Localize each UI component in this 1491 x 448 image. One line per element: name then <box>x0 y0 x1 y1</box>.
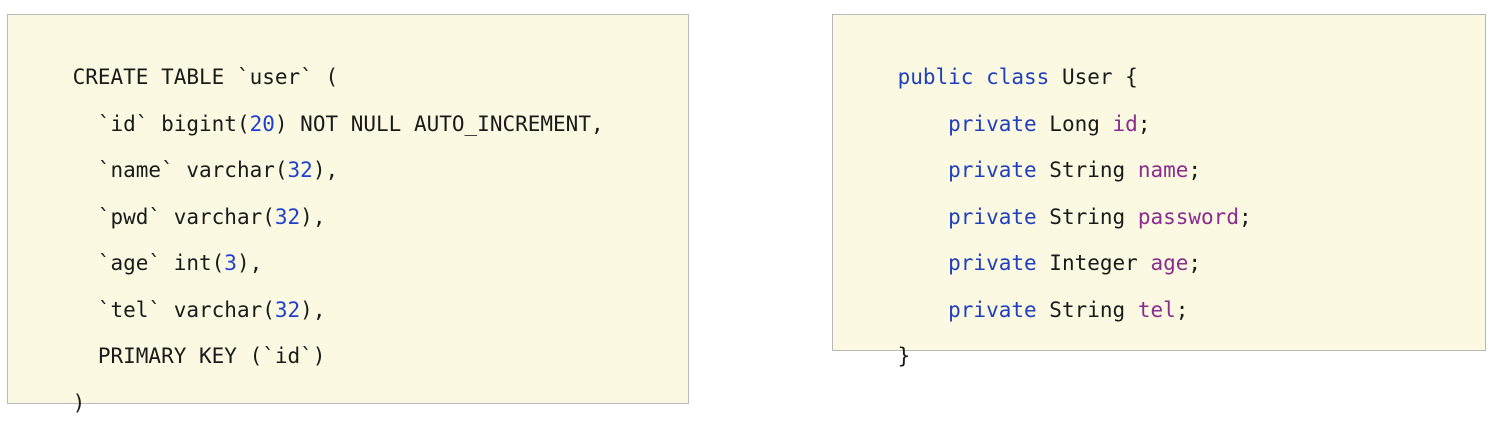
java-line-4: private String password; <box>847 172 1251 229</box>
code-keyword: private <box>897 298 1037 322</box>
sql-line-4: `pwd` varchar(32), <box>22 172 326 229</box>
sql-line-6: `tel` varchar(32), <box>22 265 326 322</box>
code-token: } <box>897 344 911 368</box>
sql-line-1: CREATE TABLE `user` ( <box>22 32 339 89</box>
code-token: ; <box>1188 251 1202 275</box>
java-line-1: public class User { <box>847 32 1138 89</box>
sql-line-3: `name` varchar(32), <box>22 125 338 182</box>
code-number: 32 <box>274 205 301 229</box>
java-line-3: private String name; <box>847 125 1201 182</box>
code-token: PRIMARY KEY (`id`) <box>72 344 326 368</box>
sql-line-2: `id` bigint(20) NOT NULL AUTO_INCREMENT, <box>22 79 604 136</box>
java-line-5: private Integer age; <box>847 218 1201 275</box>
java-line-2: private Long id; <box>847 79 1150 136</box>
sql-code-block: CREATE TABLE `user` ( `id` bigint(20) NO… <box>7 14 689 415</box>
code-field: tel <box>1137 298 1176 322</box>
code-token: ), <box>300 205 326 229</box>
sql-line-8: ) <box>22 358 86 415</box>
code-token: String <box>1036 298 1138 322</box>
code-token: ; <box>1175 298 1189 322</box>
java-line-7: } <box>847 311 911 368</box>
java-line-6: private String tel; <box>847 265 1188 322</box>
sql-line-7: PRIMARY KEY (`id`) <box>22 311 326 368</box>
code-token: ; <box>1238 205 1252 229</box>
sql-line-5: `age` int(3), <box>22 218 262 275</box>
code-token: ) <box>72 391 86 415</box>
java-code-block: public class User { private Long id; pri… <box>832 14 1486 368</box>
